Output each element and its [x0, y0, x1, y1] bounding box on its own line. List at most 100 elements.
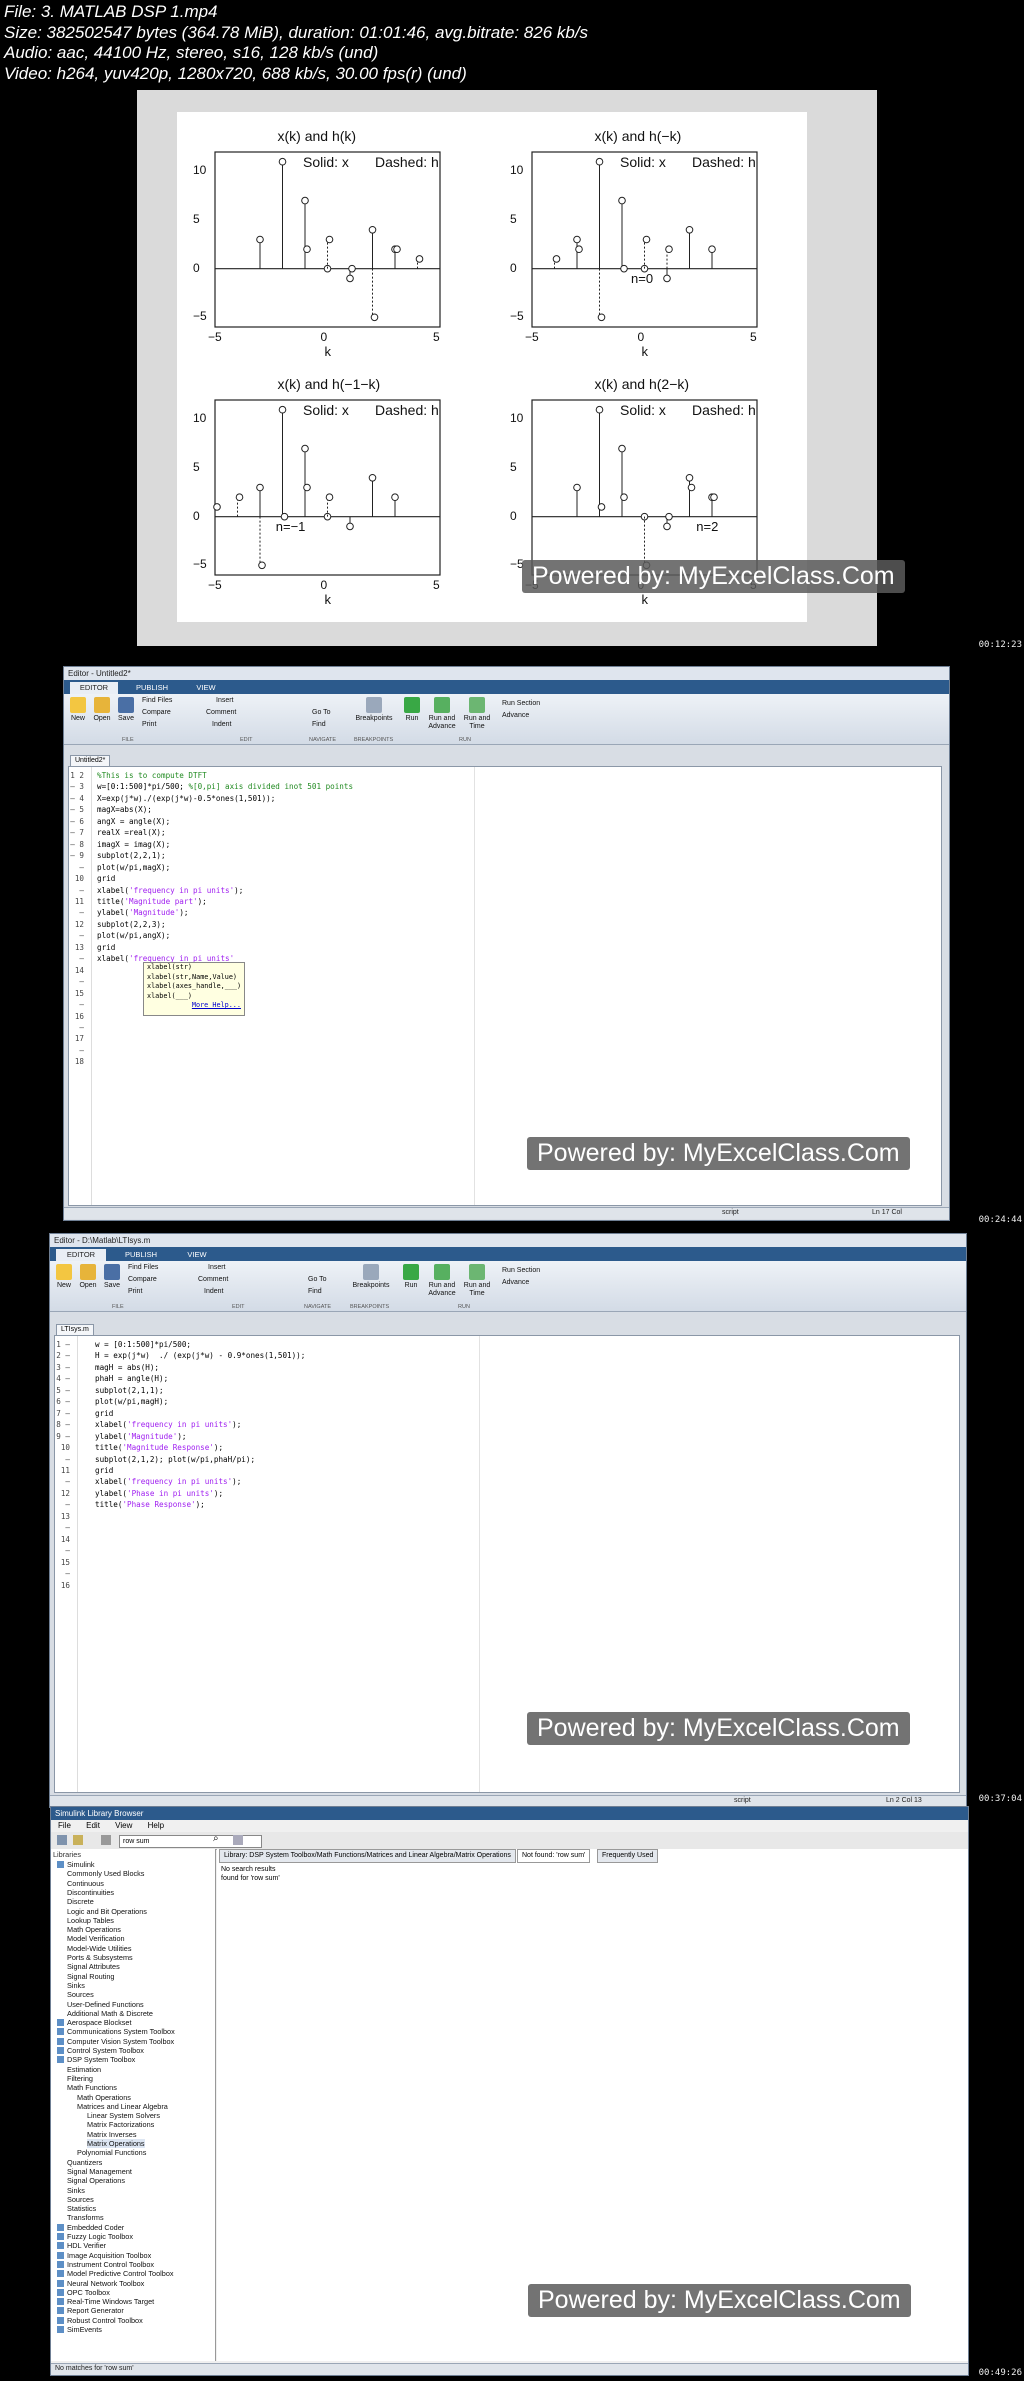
library-tree-item[interactable]: Image Acquisition Toolbox: [67, 2251, 151, 2260]
library-tree-item[interactable]: Quantizers: [67, 2158, 102, 2167]
library-tree-item[interactable]: DSP System Toolbox: [67, 2055, 135, 2064]
comment-button[interactable]: Comment: [198, 1276, 228, 1283]
print-button[interactable]: Print: [142, 721, 156, 728]
library-tree-item[interactable]: Real-Time Windows Target: [67, 2297, 154, 2306]
menu-file[interactable]: File: [58, 1821, 71, 1830]
library-tree-item[interactable]: Signal Routing: [67, 1972, 114, 1981]
tab-publish[interactable]: PUBLISH: [116, 1249, 166, 1261]
goto-button[interactable]: Go To: [312, 709, 331, 716]
insert-button[interactable]: Insert: [216, 697, 234, 704]
code-text[interactable]: w = [0:1:500]*pi/500; H = exp(j*w) ./ (e…: [95, 1339, 305, 1511]
print-button[interactable]: Print: [128, 1288, 142, 1295]
compare-button[interactable]: Compare: [142, 709, 171, 716]
library-tree-item[interactable]: Linear System Solvers: [87, 2111, 160, 2120]
advance-button[interactable]: Advance: [502, 712, 529, 719]
library-tree-item[interactable]: Additional Math & Discrete: [67, 2009, 153, 2018]
library-tree-item[interactable]: Filtering: [67, 2074, 93, 2083]
library-tree-item[interactable]: Aerospace Blockset: [67, 2018, 132, 2027]
library-tree-item[interactable]: Polynomial Functions: [77, 2148, 146, 2157]
insert-button[interactable]: Insert: [208, 1264, 226, 1271]
search-options-icon[interactable]: [233, 1835, 243, 1845]
library-tree-item[interactable]: Sources: [67, 2195, 94, 2204]
run-time-button[interactable]: Run and Time: [462, 1264, 492, 1298]
find-files-button[interactable]: Find Files: [128, 1264, 158, 1271]
advance-button[interactable]: Advance: [502, 1279, 529, 1286]
run-advance-button[interactable]: Run and Advance: [426, 697, 458, 731]
find-button[interactable]: Find: [308, 1288, 322, 1295]
library-tree-item[interactable]: Estimation: [67, 2065, 101, 2074]
library-tree-item[interactable]: Matrix Factorizations: [87, 2120, 154, 2129]
new-button[interactable]: New: [54, 1264, 74, 1289]
save-button[interactable]: Save: [102, 1264, 122, 1289]
library-tree-item[interactable]: Model Verification: [67, 1934, 125, 1943]
library-tree-item[interactable]: Math Operations: [77, 2093, 131, 2102]
library-tree-item[interactable]: Commonly Used Blocks: [67, 1869, 144, 1878]
library-tree-item[interactable]: Transforms: [67, 2213, 104, 2222]
save-button[interactable]: Save: [116, 697, 136, 722]
autocomplete-item[interactable]: xlabel(___): [144, 992, 244, 1002]
library-tree-item[interactable]: Instrument Control Toolbox: [67, 2260, 154, 2269]
library-tree-item[interactable]: Report Generator: [67, 2306, 124, 2315]
run-section-button[interactable]: Run Section: [502, 700, 540, 707]
run-section-button[interactable]: Run Section: [502, 1267, 540, 1274]
run-button[interactable]: Run: [401, 697, 423, 722]
library-tree-item[interactable]: SimEvents: [67, 2325, 102, 2334]
library-tree-item[interactable]: Math Operations: [67, 1925, 121, 1934]
run-button[interactable]: Run: [400, 1264, 422, 1289]
library-tree-item[interactable]: User-Defined Functions: [67, 2000, 144, 2009]
more-help-link[interactable]: More Help...: [144, 1001, 244, 1011]
library-tree-item[interactable]: Matrix Operations: [87, 2139, 145, 2149]
library-tree-item[interactable]: Matrices and Linear Algebra: [77, 2102, 168, 2111]
menu-view[interactable]: View: [115, 1821, 132, 1830]
run-advance-button[interactable]: Run and Advance: [426, 1264, 458, 1298]
menu-help[interactable]: Help: [148, 1821, 164, 1830]
library-tree-item[interactable]: Lookup Tables: [67, 1916, 114, 1925]
library-tree-item[interactable]: Sinks: [67, 1981, 85, 1990]
code-text[interactable]: %This is to compute DTFT w=[0:1:500]*pi/…: [97, 770, 353, 976]
breakpoints-button[interactable]: Breakpoints: [354, 697, 394, 722]
tab-editor[interactable]: EDITOR: [56, 1249, 106, 1261]
tab-view[interactable]: VIEW: [176, 1249, 218, 1261]
find-button[interactable]: Find: [312, 721, 326, 728]
pin-icon[interactable]: [101, 1835, 111, 1845]
autocomplete-popup[interactable]: xlabel(str) xlabel(str,Name,Value) xlabe…: [143, 962, 245, 1016]
menu-edit[interactable]: Edit: [86, 1821, 100, 1830]
tab-view[interactable]: VIEW: [186, 682, 226, 694]
find-files-button[interactable]: Find Files: [142, 697, 172, 704]
library-tree-item[interactable]: Signal Operations: [67, 2176, 125, 2185]
library-tree-item[interactable]: Model Predictive Control Toolbox: [67, 2269, 174, 2278]
library-tree-item[interactable]: Ports & Subsystems: [67, 1953, 133, 1962]
library-tree-item[interactable]: Continuous: [67, 1879, 104, 1888]
library-tree-item[interactable]: Sources: [67, 1990, 94, 1999]
open-icon[interactable]: [73, 1835, 83, 1845]
library-tree-item[interactable]: Communications System Toolbox: [67, 2027, 175, 2036]
library-tree-item[interactable]: Robust Control Toolbox: [67, 2316, 143, 2325]
library-tree-item[interactable]: Model-Wide Utilities: [67, 1944, 131, 1953]
library-tree-item[interactable]: OPC Toolbox: [67, 2288, 110, 2297]
tab-editor[interactable]: EDITOR: [70, 682, 118, 694]
compare-button[interactable]: Compare: [128, 1276, 157, 1283]
goto-button[interactable]: Go To: [308, 1276, 327, 1283]
autocomplete-item[interactable]: xlabel(axes_handle,___): [144, 982, 244, 992]
library-tree-item[interactable]: Logic and Bit Operations: [67, 1907, 147, 1916]
library-tree-item[interactable]: Math Functions: [67, 2083, 117, 2092]
library-tree-item[interactable]: Neural Network Toolbox: [67, 2279, 144, 2288]
new-model-icon[interactable]: [57, 1835, 67, 1845]
breakpoints-button[interactable]: Breakpoints: [350, 1264, 392, 1289]
library-tree-item[interactable]: Signal Management: [67, 2167, 132, 2176]
new-button[interactable]: New: [68, 697, 88, 722]
tab-frequently-used[interactable]: Frequently Used: [597, 1849, 659, 1863]
document-tab[interactable]: Untitled2*: [70, 755, 111, 766]
tab-publish[interactable]: PUBLISH: [128, 682, 176, 694]
comment-button[interactable]: Comment: [206, 709, 236, 716]
open-button[interactable]: Open: [78, 1264, 98, 1289]
run-time-button[interactable]: Run and Time: [462, 697, 492, 731]
indent-button[interactable]: Indent: [204, 1288, 223, 1295]
tab-library-path[interactable]: Library: DSP System Toolbox/Math Functio…: [219, 1849, 516, 1863]
library-tree-item[interactable]: Signal Attributes: [67, 1962, 120, 1971]
library-tree-item[interactable]: Embedded Coder: [67, 2223, 124, 2232]
autocomplete-item[interactable]: xlabel(str,Name,Value): [144, 973, 244, 983]
library-tree-item[interactable]: HDL Verifier: [67, 2241, 106, 2250]
library-tree-item[interactable]: Sinks: [67, 2186, 85, 2195]
indent-button[interactable]: Indent: [212, 721, 231, 728]
